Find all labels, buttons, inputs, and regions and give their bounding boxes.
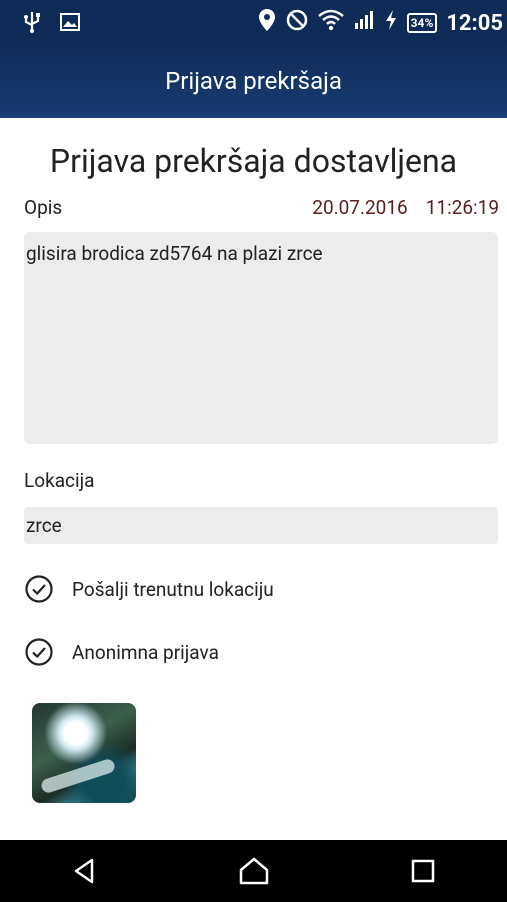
page-title: Prijava prekršaja dostavljena (49, 142, 458, 180)
recents-icon (411, 859, 434, 883)
home-icon (239, 857, 268, 885)
back-icon (74, 858, 93, 884)
description-field[interactable]: glisira brodica zd5764 na plazi zrce (24, 232, 498, 444)
navigation-bar (0, 840, 507, 902)
signal-icon (353, 9, 375, 37)
submission-time: 11:26:19 (425, 196, 499, 219)
send-current-location-checkbox[interactable]: Pošalji trenutnu lokaciju (24, 574, 274, 604)
check-circle-icon (25, 638, 53, 666)
charging-icon (384, 9, 398, 37)
wifi-icon (317, 9, 344, 37)
location-pin-icon (258, 8, 276, 38)
home-button[interactable] (224, 841, 284, 901)
back-button[interactable] (55, 841, 115, 901)
recents-button[interactable] (393, 841, 453, 901)
description-label: Opis (24, 196, 63, 219)
submission-datetime: 20.07.2016 11:26:19 (312, 196, 499, 219)
anonymous-report-checkbox[interactable]: Anonimna prijava (24, 637, 219, 667)
usb-icon (22, 10, 42, 38)
submission-date: 20.07.2016 (312, 196, 408, 219)
check-circle-icon (25, 575, 53, 603)
location-field[interactable]: zrce (24, 507, 498, 544)
clock: 12:05 (446, 10, 503, 36)
app-bar-title: Prijava prekršaja (165, 67, 342, 95)
anonymous-report-label: Anonimna prijava (72, 640, 219, 664)
photo-thumbnail[interactable] (32, 703, 136, 803)
image-icon (60, 12, 80, 36)
app-bar: Prijava prekršaja (0, 44, 507, 118)
status-bar: 34% 12:05 (0, 0, 507, 44)
do-not-disturb-icon (285, 8, 309, 38)
battery-icon: 34% (406, 13, 438, 33)
send-current-location-label: Pošalji trenutnu lokaciju (72, 577, 274, 601)
location-label: Lokacija (24, 469, 95, 492)
